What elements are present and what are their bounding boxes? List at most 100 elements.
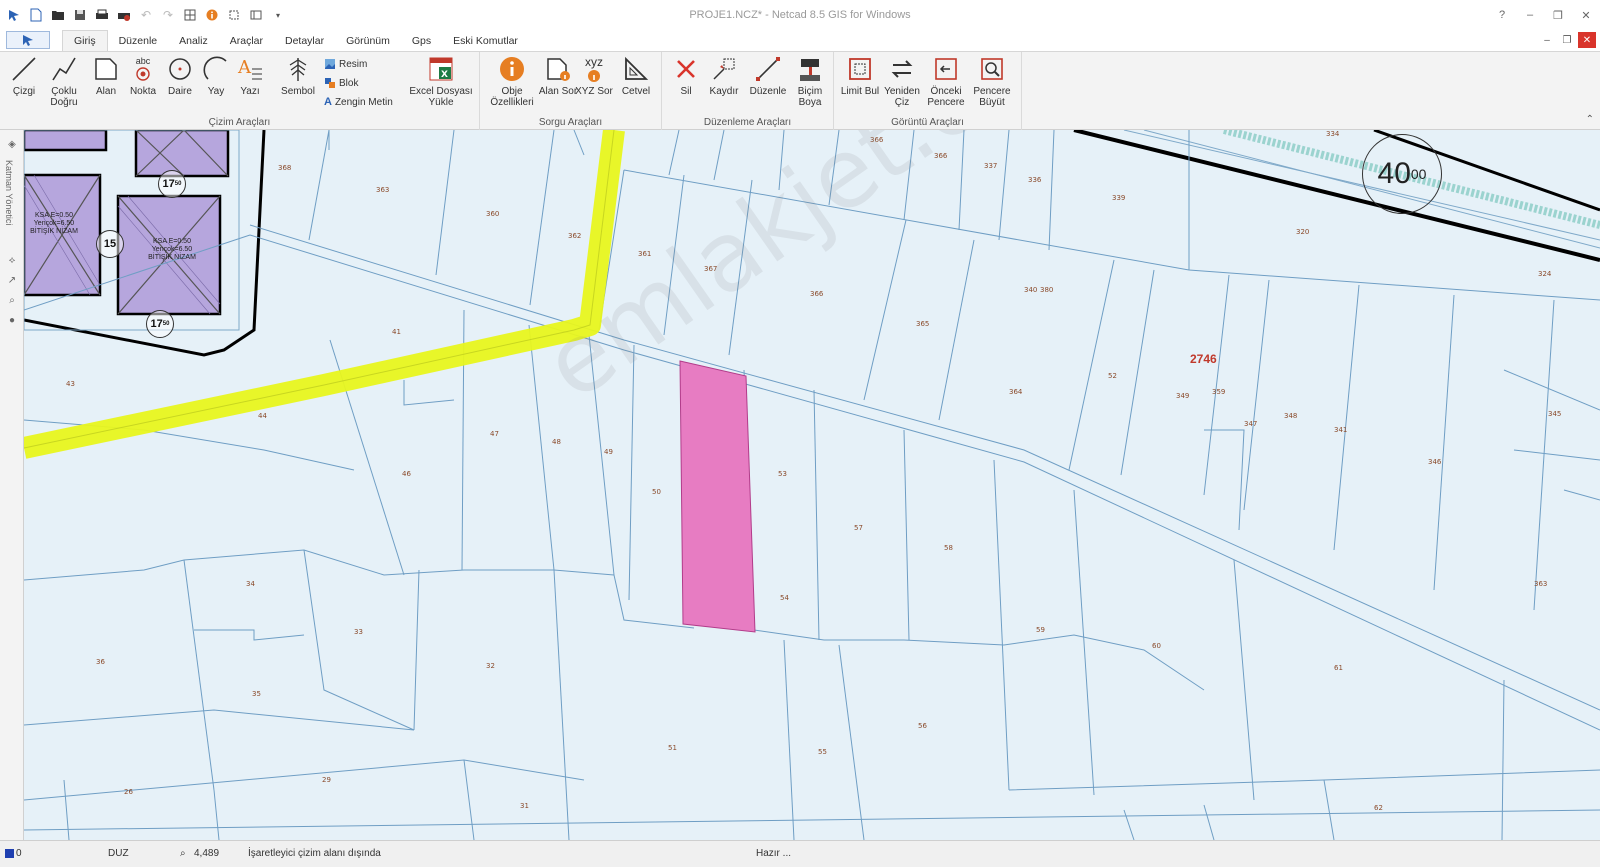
group-cizim-araclari: Çizgi Çoklu Doğru Alan abc Nokta Daire Y… — [0, 52, 480, 130]
parcel-55: 55 — [818, 748, 827, 756]
parcel-50: 50 — [652, 488, 661, 496]
limit-bul-button[interactable]: Limit Bul — [838, 54, 882, 97]
status-bar: 0 DUZ ⌕ 4,489 İşaretleyici çizim alanı d… — [0, 840, 1600, 867]
ribbon-tabs: Giriş Düzenle Analiz Araçlar Detaylar Gö… — [0, 30, 1600, 52]
layout-icon[interactable] — [248, 7, 264, 23]
tab-gorunum[interactable]: Görünüm — [335, 30, 401, 51]
cizgi-button[interactable]: Çizgi — [2, 54, 46, 97]
group-label-duzenleme: Düzenleme Araçları — [703, 117, 792, 128]
group-sorgu-araclari: Obje Özellikleri Alan Sor xyz XYZ Sor Ce… — [480, 52, 662, 130]
ribbon-collapse-icon[interactable]: ⌃ — [1586, 114, 1594, 125]
restore-button[interactable]: ❐ — [1544, 4, 1572, 26]
print-icon[interactable] — [94, 7, 110, 23]
sembol-button[interactable]: Sembol — [276, 54, 320, 97]
abc-label: abc — [135, 56, 151, 66]
parcel-341: 341 — [1334, 426, 1348, 434]
tab-analiz[interactable]: Analiz — [168, 30, 219, 51]
obje-ozellikleri-button[interactable]: Obje Özellikleri — [490, 54, 534, 108]
tab-duzenle[interactable]: Düzenle — [108, 30, 169, 51]
yazi-button[interactable]: A Yazı — [228, 54, 272, 97]
onceki-pencere-button[interactable]: Önceki Pencere — [924, 54, 968, 108]
duzenle-button[interactable]: Düzenle — [746, 54, 790, 97]
parcel-46: 46 — [402, 470, 411, 478]
parcel-26: 26 — [124, 788, 133, 796]
blok-button[interactable]: Blok — [324, 74, 358, 92]
parcel-48: 48 — [552, 438, 561, 446]
tab-giris[interactable]: Giriş — [62, 30, 108, 51]
parcel-56: 56 — [918, 722, 927, 730]
tab-eski-komutlar[interactable]: Eski Komutlar — [442, 30, 529, 51]
print-preview-icon[interactable] — [116, 7, 132, 23]
parcel-324: 324 — [1538, 270, 1552, 278]
svg-text:A: A — [237, 57, 252, 78]
layer-manager-tab[interactable]: Katman Yönetici — [4, 160, 14, 225]
road-width-badge-bottom: 17 50 — [146, 310, 174, 338]
pointer-icon[interactable]: ↗ — [6, 274, 18, 286]
block-icon — [325, 78, 335, 88]
search-icon[interactable]: ⌕ — [6, 294, 18, 306]
layer-manager-icon[interactable]: ◈ — [6, 138, 18, 150]
bicim-boya-button[interactable]: Biçim Boya — [788, 54, 832, 108]
parcel-334: 334 — [1326, 130, 1340, 138]
map-canvas[interactable]: 368 363 360 362 361 367 366 365 364 366 … — [24, 130, 1600, 840]
area-icon — [95, 58, 117, 80]
doc-close-button[interactable]: ✕ — [1578, 32, 1596, 48]
point-icon — [136, 67, 150, 81]
help-button[interactable]: ? — [1488, 4, 1516, 26]
snap-icon[interactable]: ⟡ — [6, 254, 18, 266]
parcel-340: 340 — [1024, 286, 1038, 294]
open-folder-icon[interactable] — [50, 7, 66, 23]
window-controls: ? – ❐ ✕ — [1488, 0, 1600, 30]
parcel-362: 362 — [568, 232, 582, 240]
xyz-label: xyz — [585, 54, 603, 69]
zoom-window-icon — [981, 58, 1003, 80]
xyz-sor-button[interactable]: xyz XYZ Sor — [572, 54, 616, 97]
redraw-icon — [891, 60, 913, 78]
kaydir-button[interactable]: Kaydır — [702, 54, 746, 97]
undo-icon[interactable]: ↶ — [138, 7, 154, 23]
zengin-metin-button[interactable]: A Zengin Metin — [324, 93, 393, 111]
pencere-buyut-button[interactable]: Pencere Büyüt — [970, 54, 1014, 108]
application-menu-button[interactable] — [6, 31, 50, 49]
parcel-35: 35 — [252, 690, 261, 698]
parcel-364: 364 — [1009, 388, 1023, 396]
netcad-arrow-icon — [23, 35, 33, 46]
parcel-366: 366 — [810, 290, 824, 298]
new-file-icon[interactable] — [28, 7, 44, 23]
status-mode[interactable]: DUZ — [108, 848, 129, 859]
excel-dosyasi-yukle-button[interactable]: X Excel Dosyası Yükle — [408, 54, 474, 108]
side-panel-strip: ◈ Katman Yönetici ⟡ ↗ ⌕ ● — [0, 130, 24, 840]
parcel-59: 59 — [1036, 626, 1045, 634]
grid-icon[interactable] — [182, 7, 198, 23]
info-icon[interactable] — [204, 7, 220, 23]
svg-text:X: X — [441, 70, 448, 80]
save-icon[interactable] — [72, 7, 88, 23]
frame-icon[interactable] — [226, 7, 242, 23]
status-layer[interactable]: 0 — [16, 848, 22, 859]
tab-gps[interactable]: Gps — [401, 30, 442, 51]
close-button[interactable]: ✕ — [1572, 4, 1600, 26]
cetvel-button[interactable]: Cetvel — [614, 54, 658, 97]
tab-detaylar[interactable]: Detaylar — [274, 30, 335, 51]
customize-dropdown-icon[interactable]: ▾ — [270, 7, 286, 23]
resim-button[interactable]: Resim — [324, 55, 367, 73]
yeniden-ciz-button[interactable]: Yeniden Çiz — [880, 54, 924, 108]
parcel-31: 31 — [520, 802, 529, 810]
redo-icon[interactable]: ↷ — [160, 7, 176, 23]
tab-araclar[interactable]: Araçlar — [219, 30, 274, 51]
parcel-380: 380 — [1040, 286, 1054, 294]
parcel-339: 339 — [1112, 194, 1126, 202]
parcel-44: 44 — [258, 412, 267, 420]
stop-icon[interactable]: ● — [6, 314, 18, 326]
coklu-dogru-button[interactable]: Çoklu Doğru — [42, 54, 86, 108]
parcel-368: 368 — [278, 164, 292, 172]
parcel-363b: 363 — [1534, 580, 1548, 588]
rich-text-icon: A — [324, 96, 332, 108]
netcad-logo-icon[interactable] — [6, 7, 22, 23]
parcel-57: 57 — [854, 524, 863, 532]
parcel-60: 60 — [1152, 642, 1161, 650]
minimize-button[interactable]: – — [1516, 4, 1544, 26]
doc-restore-button[interactable]: ❐ — [1558, 32, 1576, 48]
group-label-goruntu: Görüntü Araçları — [891, 117, 964, 128]
doc-minimize-button[interactable]: – — [1538, 32, 1556, 48]
